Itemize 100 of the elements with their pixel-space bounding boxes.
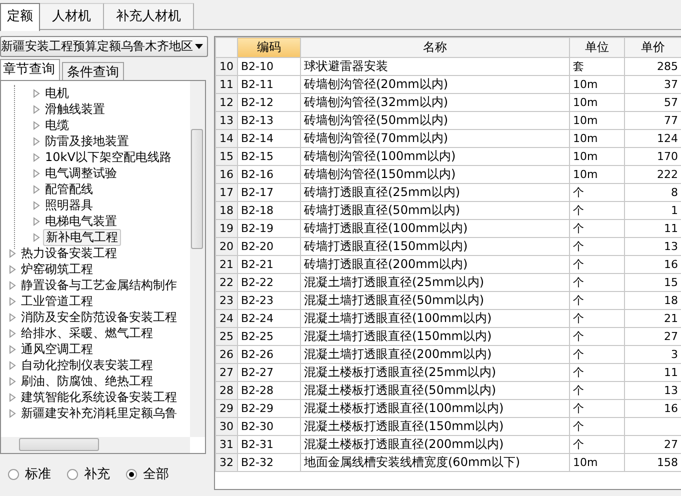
radio-label: 全部 — [143, 466, 169, 483]
radio-button[interactable] — [126, 468, 137, 480]
tree-item[interactable]: 自动化控制仪表安装工程 — [19, 358, 155, 372]
tree-item[interactable]: 通风空调工程 — [19, 342, 95, 356]
tree-item[interactable]: 建筑智能化系统设备安装工程 — [19, 390, 179, 404]
code-cell: B2-28 — [238, 382, 300, 400]
code-cell: B2-12 — [238, 94, 300, 112]
library-dropdown[interactable]: 新疆安装工程预算定额乌鲁木齐地区 — [0, 36, 208, 57]
unit-cell: 个 — [570, 220, 624, 238]
name-cell: 砖墙打透眼直径(50mm以内) — [300, 202, 570, 220]
code-cell: B2-14 — [238, 130, 300, 148]
tree-item[interactable]: 工业管道工程 — [19, 294, 95, 308]
tree-item[interactable]: 电气调整试验 — [43, 166, 119, 180]
column-header[interactable]: 单位 — [570, 38, 624, 58]
name-cell: 混凝土墙打透眼直径(150mm以内) — [300, 328, 570, 346]
column-header[interactable]: 名称 — [300, 38, 570, 58]
unit-cell: 个 — [570, 310, 624, 328]
code-cell: B2-20 — [238, 238, 300, 256]
code-cell: B2-32 — [238, 454, 300, 472]
row-number: 10 — [216, 58, 238, 76]
row-number: 31 — [216, 436, 238, 454]
unit-cell: 个 — [570, 292, 624, 310]
tree-item[interactable]: 防雷及接地装置 — [43, 134, 131, 148]
name-cell: 混凝土墙打透眼直径(200mm以内) — [300, 346, 570, 364]
row-number: 32 — [216, 454, 238, 472]
radio-label: 补充 — [84, 466, 110, 483]
name-cell: 混凝土楼板打透眼直径(100mm以内) — [300, 400, 570, 418]
tree-item[interactable]: 给排水、采暖、燃气工程 — [19, 326, 155, 340]
unit-cell: 个 — [570, 418, 624, 436]
tree-item[interactable]: 电梯电气装置 — [43, 214, 119, 228]
code-cell: B2-23 — [238, 292, 300, 310]
query-tab[interactable]: 章节查询 — [0, 59, 60, 80]
unit-cell: 个 — [570, 436, 624, 454]
row-number: 17 — [216, 184, 238, 202]
name-cell: 砖墙刨沟管径(50mm以内) — [300, 112, 570, 130]
row-number: 12 — [216, 94, 238, 112]
unit-cell: 个 — [570, 256, 624, 274]
row-number: 23 — [216, 292, 238, 310]
top-tab[interactable]: 人材机 — [40, 3, 104, 29]
name-cell: 混凝土楼板打透眼直径(25mm以内) — [300, 364, 570, 382]
code-cell: B2-29 — [238, 400, 300, 418]
vertical-scrollbar[interactable] — [190, 81, 205, 437]
code-cell: B2-16 — [238, 166, 300, 184]
row-number: 16 — [216, 166, 238, 184]
tree-item[interactable]: 消防及安全防范设备安装工程 — [19, 310, 179, 324]
tree-item[interactable]: 电机 — [43, 86, 71, 100]
tree-item[interactable]: 新疆建安补充消耗里定额乌鲁 — [19, 406, 179, 420]
radio-label: 标准 — [25, 466, 51, 483]
unit-cell: 个 — [570, 400, 624, 418]
name-cell: 砖墙刨沟管径(32mm以内) — [300, 94, 570, 112]
code-cell: B2-21 — [238, 256, 300, 274]
row-number: 13 — [216, 112, 238, 130]
code-cell: B2-18 — [238, 202, 300, 220]
row-number: 19 — [216, 220, 238, 238]
unit-cell: 10m — [570, 454, 624, 472]
row-number: 30 — [216, 418, 238, 436]
tree-item[interactable]: 热力设备安装工程 — [19, 246, 119, 260]
column-header[interactable]: 单价 — [624, 38, 681, 58]
unit-cell: 10m — [570, 148, 624, 166]
tree-item[interactable]: 滑触线装置 — [43, 102, 107, 116]
name-cell: 砖墙打透眼直径(100mm以内) — [300, 220, 570, 238]
row-number: 26 — [216, 346, 238, 364]
tree-item[interactable]: 静置设备与工艺金属结构制作 — [19, 278, 179, 292]
row-number: 20 — [216, 238, 238, 256]
code-cell: B2-10 — [238, 58, 300, 76]
column-header[interactable]: 编码 — [238, 38, 300, 58]
unit-cell: 10m — [570, 94, 624, 112]
row-number: 24 — [216, 310, 238, 328]
query-tab[interactable]: 条件查询 — [62, 62, 124, 80]
code-cell: B2-25 — [238, 328, 300, 346]
top-tab[interactable]: 补充人材机 — [104, 3, 194, 29]
name-cell: 混凝土墙打透眼直径(100mm以内) — [300, 310, 570, 328]
tree-item[interactable]: 配管配线 — [43, 182, 95, 196]
unit-cell: 个 — [570, 184, 624, 202]
tree-item[interactable]: 10kV以下架空配电线路 — [43, 150, 174, 164]
name-cell: 混凝土楼板打透眼直径(50mm以内) — [300, 382, 570, 400]
row-number: 21 — [216, 256, 238, 274]
unit-cell: 个 — [570, 238, 624, 256]
top-tab[interactable]: 定额 — [0, 3, 40, 31]
tree-item[interactable]: 照明器具 — [43, 198, 95, 212]
code-cell: B2-19 — [238, 220, 300, 238]
code-cell: B2-15 — [238, 148, 300, 166]
radio-button[interactable] — [67, 468, 78, 480]
row-number: 28 — [216, 382, 238, 400]
name-cell: 混凝土墙打透眼直径(25mm以内) — [300, 274, 570, 292]
name-cell: 地面金属线槽安装线槽宽度(60mm以下) — [300, 454, 570, 472]
unit-cell: 个 — [570, 328, 624, 346]
row-number: 15 — [216, 148, 238, 166]
name-cell: 混凝土楼板打透眼直径(200mm以内) — [300, 436, 570, 454]
radio-button[interactable] — [8, 468, 19, 480]
unit-cell: 个 — [570, 202, 624, 220]
row-number: 25 — [216, 328, 238, 346]
unit-cell: 个 — [570, 382, 624, 400]
tree-item[interactable]: 刷油、防腐蚀、绝热工程 — [19, 374, 155, 388]
tree-item[interactable]: 炉窑砌筑工程 — [19, 262, 95, 276]
row-number: 29 — [216, 400, 238, 418]
tree-item[interactable]: 新补电气工程 — [43, 228, 121, 246]
tree-item[interactable]: 电缆 — [43, 118, 71, 132]
horizontal-scrollbar[interactable] — [1, 437, 190, 453]
unit-cell: 10m — [570, 166, 624, 184]
